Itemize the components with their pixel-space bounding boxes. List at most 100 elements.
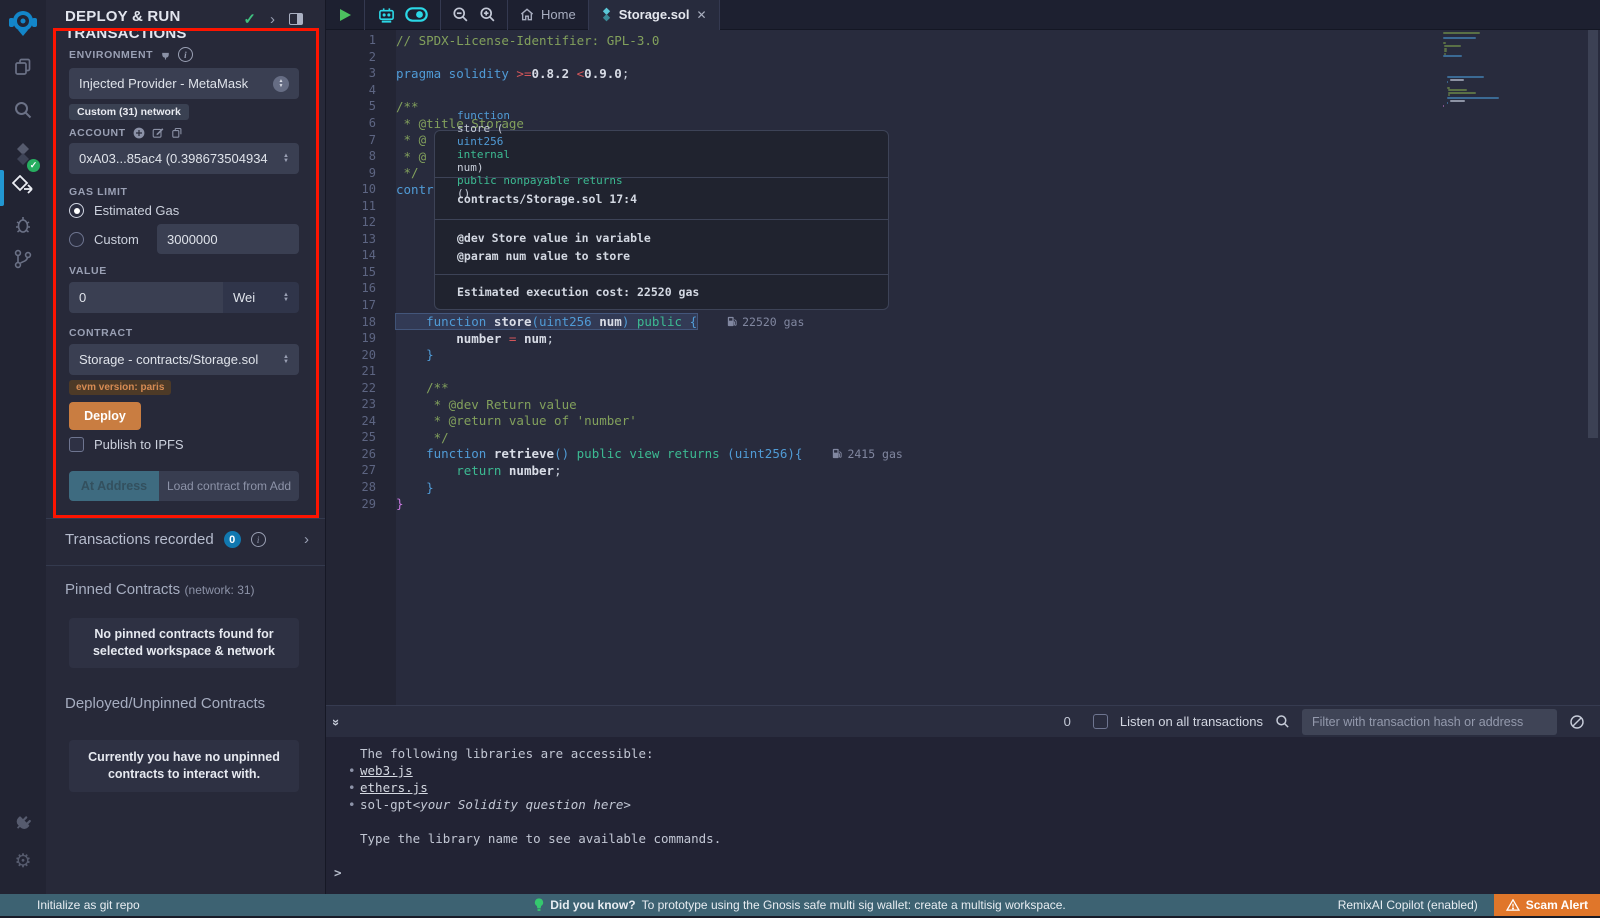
plug-icon[interactable]	[160, 49, 171, 60]
code-line: 25 */	[326, 429, 1600, 446]
transactions-recorded-row[interactable]: Transactions recorded 0 i ›	[65, 531, 309, 548]
remix-ide: ✓ ⚙ DEPLOY & RUNTRANSACTIONS ✓ › ENVIRON…	[0, 0, 1600, 918]
custom-gas-input[interactable]	[157, 224, 299, 254]
file-explorer-icon[interactable]	[0, 55, 46, 79]
deploy-run-icon[interactable]	[0, 172, 46, 202]
terminal-line: Type the library name to see available c…	[326, 830, 1600, 847]
gas-estimate-annotation: 2415 gas	[832, 447, 902, 461]
value-unit-select[interactable]: Wei ▲▼	[223, 282, 299, 313]
editor-scrollbar[interactable]	[1588, 30, 1598, 438]
clear-console-icon[interactable]	[1569, 714, 1585, 730]
collapse-terminal-icon[interactable]: »	[329, 719, 344, 724]
listen-all-checkbox[interactable]	[1093, 714, 1108, 729]
did-you-know-tip: Did you know? To prototype using the Gno…	[0, 898, 1600, 912]
terminal-link-web3.js[interactable]: web3.js	[360, 762, 413, 779]
terminal-search-icon[interactable]	[1275, 714, 1290, 729]
evm-version-badge: evm version: paris	[69, 380, 171, 395]
terminal-filter-input[interactable]	[1302, 709, 1557, 735]
terminal-line: •ethers.js	[326, 779, 1600, 796]
terminal[interactable]: The following libraries are accessible:•…	[326, 737, 1600, 894]
code-editor[interactable]: 1// SPDX-License-Identifier: GPL-3.023pr…	[326, 30, 1600, 705]
code-line: 2	[326, 49, 1600, 66]
terminal-link-ethers.js[interactable]: ethers.js	[360, 779, 428, 796]
at-address-input[interactable]	[159, 471, 299, 501]
transactions-expand-icon[interactable]: ›	[304, 531, 309, 548]
tab-home[interactable]: Home	[508, 0, 588, 30]
panel-title: DEPLOY & RUNTRANSACTIONS	[65, 8, 187, 42]
settings-gear-icon[interactable]: ⚙	[0, 848, 46, 874]
radio-estimated-gas[interactable]	[69, 203, 84, 218]
network-badge: Custom (31) network	[69, 104, 189, 120]
remix-logo-icon[interactable]	[0, 6, 46, 40]
select-caret-icon: ▲▼	[283, 154, 289, 164]
environment-label: ENVIRONMENT i	[69, 47, 193, 62]
code-line: 4	[326, 82, 1600, 99]
value-label: VALUE	[69, 265, 107, 277]
contract-select[interactable]: Storage - contracts/Storage.sol ▲▼	[69, 344, 299, 375]
deploy-button[interactable]: Deploy	[69, 402, 141, 430]
status-bar: Initialize as git repo Did you know? To …	[0, 894, 1600, 916]
zoom-out-icon[interactable]	[452, 6, 469, 23]
editor-minimap[interactable]	[1443, 30, 1538, 150]
custom-gas-option[interactable]: Custom	[69, 232, 139, 247]
run-script-button[interactable]	[326, 8, 364, 22]
terminal-line	[326, 813, 1600, 830]
value-input[interactable]	[69, 282, 223, 313]
play-icon	[339, 8, 352, 22]
code-line: 21	[326, 363, 1600, 380]
radio-custom-gas[interactable]	[69, 232, 84, 247]
copilot-toggle[interactable]	[405, 7, 428, 22]
account-select[interactable]: 0xA03...85ac4 (0.398673504934 ▲▼	[69, 143, 299, 174]
close-tab-icon[interactable]: ✕	[696, 8, 706, 22]
terminal-line: •web3.js	[326, 762, 1600, 779]
zoom-in-icon[interactable]	[479, 6, 496, 23]
solidity-file-icon	[601, 7, 612, 22]
environment-info-icon[interactable]: i	[178, 47, 193, 62]
transactions-info-icon[interactable]: i	[251, 532, 266, 547]
terminal-line: The following libraries are accessible:	[326, 745, 1600, 762]
home-icon	[520, 8, 534, 21]
compile-success-badge: ✓	[27, 159, 40, 172]
code-line: 1// SPDX-License-Identifier: GPL-3.0	[326, 32, 1600, 49]
select-caret-icon: ▲▼	[283, 293, 289, 303]
plugin-manager-icon[interactable]	[0, 810, 46, 836]
at-address-button[interactable]: At Address	[69, 471, 159, 501]
code-line: 29}	[326, 495, 1600, 512]
tooltip-signature: function store (uint256 internal num) pu…	[435, 131, 888, 177]
expand-chevron-icon[interactable]: ›	[270, 11, 275, 28]
debugger-icon[interactable]	[0, 212, 46, 238]
code-line: 28 }	[326, 479, 1600, 496]
editor-toolbar: Home Storage.sol ✕	[326, 0, 1600, 30]
git-icon[interactable]	[0, 246, 46, 272]
lightbulb-icon	[534, 898, 544, 912]
contract-label: CONTRACT	[69, 327, 133, 339]
code-line: 27 return number;	[326, 462, 1600, 479]
tab-storage-sol[interactable]: Storage.sol ✕	[589, 0, 719, 30]
compiled-check-icon: ✓	[243, 10, 256, 28]
select-caret-icon: ▲▼	[273, 76, 289, 92]
deploy-run-panel: DEPLOY & RUNTRANSACTIONS ✓ › ENVIRONMENT…	[46, 0, 325, 894]
tooltip-gas-cost: Estimated execution cost: 22520 gas	[435, 274, 888, 309]
terminal-line: •sol-gpt <your Solidity question here>	[326, 796, 1600, 813]
sign-message-icon[interactable]	[152, 127, 164, 139]
code-line: 19 number = num;	[326, 330, 1600, 347]
publish-ipfs-option[interactable]: Publish to IPFS	[69, 437, 184, 452]
solidity-compiler-icon[interactable]: ✓	[0, 140, 46, 168]
search-icon[interactable]	[0, 98, 46, 122]
pin-panel-icon[interactable]	[289, 13, 303, 25]
icon-rail: ✓ ⚙	[0, 0, 46, 894]
gas-limit-label: GAS LIMIT	[69, 186, 127, 198]
estimated-gas-option[interactable]: Estimated Gas	[69, 203, 179, 218]
publish-ipfs-checkbox[interactable]	[69, 437, 84, 452]
ai-copilot-robot-icon[interactable]	[377, 6, 396, 23]
code-line: 20 }	[326, 346, 1600, 363]
environment-select[interactable]: Injected Provider - MetaMask ▲▼	[69, 68, 299, 99]
tooltip-doc: @dev Store value in variable @param num …	[435, 219, 888, 274]
code-line: 3pragma solidity >=0.8.2 <0.9.0;	[326, 65, 1600, 82]
unpinned-contracts-title: Deployed/Unpinned Contracts	[65, 695, 265, 713]
add-account-icon[interactable]	[133, 127, 145, 139]
pending-tx-count: 0	[1064, 714, 1071, 729]
copy-address-icon[interactable]	[171, 127, 183, 139]
code-line: 26 function retrieve() public view retur…	[326, 446, 1600, 463]
pinned-empty-message: No pinned contracts found forselected wo…	[69, 618, 299, 668]
